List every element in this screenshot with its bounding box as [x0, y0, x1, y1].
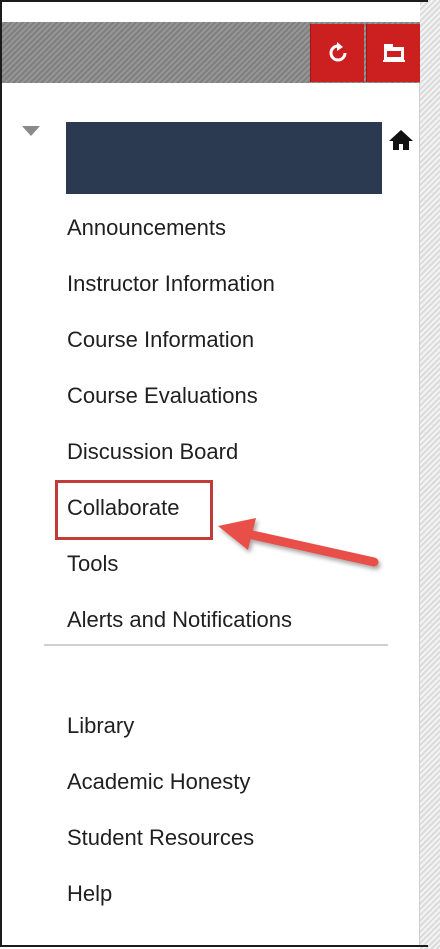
folder-view-button[interactable]	[366, 24, 420, 82]
annotation-highlight-box	[55, 480, 213, 540]
menu-item-tools[interactable]: Tools	[67, 550, 118, 578]
home-icon[interactable]	[388, 128, 414, 152]
refresh-icon	[329, 42, 346, 62]
menu-divider	[44, 644, 388, 646]
menu-item-course-evaluations[interactable]: Course Evaluations	[67, 382, 258, 410]
folder-icon	[382, 44, 405, 62]
menu-item-instructor-information[interactable]: Instructor Information	[67, 270, 275, 298]
menu-item-academic-honesty[interactable]: Academic Honesty	[67, 768, 250, 796]
course-title[interactable]	[66, 122, 382, 194]
menu-item-library[interactable]: Library	[67, 712, 134, 740]
menu-item-help[interactable]: Help	[67, 880, 112, 908]
refresh-button[interactable]	[310, 24, 364, 82]
collapse-triangle-icon[interactable]	[20, 124, 42, 140]
menu-item-course-information[interactable]: Course Information	[67, 326, 254, 354]
menu-item-student-resources[interactable]: Student Resources	[67, 824, 254, 852]
menu-item-alerts-and-notifications[interactable]: Alerts and Notifications	[67, 606, 292, 634]
annotation-arrow	[218, 518, 379, 567]
menu-item-discussion-board[interactable]: Discussion Board	[67, 438, 238, 466]
menu-item-announcements[interactable]: Announcements	[67, 214, 226, 242]
